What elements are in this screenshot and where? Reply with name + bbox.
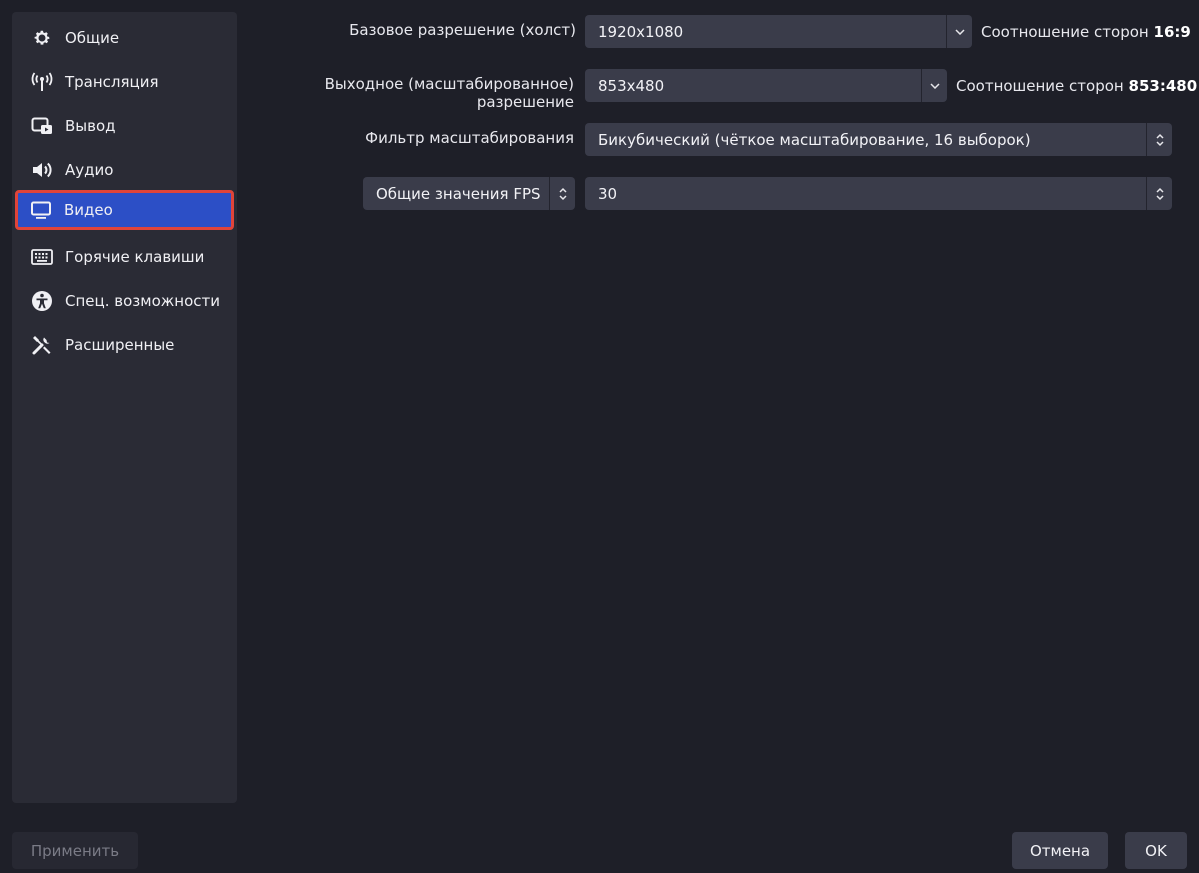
base-resolution-value: 1920x1080: [598, 22, 684, 41]
output-resolution-label: Выходное (масштабированное) разрешение: [324, 75, 574, 111]
sidebar-item-advanced[interactable]: Расширенные: [16, 325, 232, 365]
base-aspect-ratio: Соотношение сторон 16:9: [981, 23, 1191, 41]
fps-type-select[interactable]: Общие значения FPS: [363, 177, 575, 210]
base-resolution-label: Базовое разрешение (холст): [349, 21, 576, 39]
sidebar-item-stream[interactable]: Трансляция: [16, 62, 232, 102]
aspect-ratio-value: 853:480: [1128, 77, 1198, 95]
updown-arrows-icon[interactable]: [1146, 123, 1172, 156]
downscale-filter-label: Фильтр масштабирования: [365, 129, 574, 147]
aspect-ratio-value: 16:9: [1153, 23, 1191, 41]
updown-arrows-icon[interactable]: [1146, 177, 1172, 210]
cancel-button[interactable]: Отмена: [1012, 832, 1108, 869]
broadcast-icon: [31, 71, 53, 93]
sidebar-item-audio[interactable]: Аудио: [16, 150, 232, 190]
downscale-filter-select[interactable]: Бикубический (чёткое масштабирование, 16…: [585, 123, 1172, 156]
tools-icon: [31, 334, 53, 356]
keyboard-icon: [31, 246, 53, 268]
sidebar-item-output[interactable]: Вывод: [16, 106, 232, 146]
fps-value: 30: [598, 184, 618, 203]
monitor-icon: [30, 199, 52, 221]
sidebar-item-general[interactable]: Общие: [16, 18, 232, 58]
sidebar-item-label: Трансляция: [65, 73, 159, 91]
speaker-icon: [31, 159, 53, 181]
chevron-down-icon[interactable]: [921, 69, 947, 102]
downscale-filter-value: Бикубический (чёткое масштабирование, 16…: [598, 130, 1031, 149]
accessibility-icon: [31, 290, 53, 312]
updown-arrows-icon[interactable]: [549, 177, 575, 210]
aspect-ratio-label: Соотношение сторон: [981, 23, 1149, 41]
chevron-down-icon[interactable]: [946, 15, 972, 48]
sidebar-item-label: Расширенные: [65, 336, 175, 354]
apply-button[interactable]: Применить: [12, 832, 138, 869]
base-resolution-combobox[interactable]: 1920x1080: [585, 15, 972, 48]
sidebar-item-video[interactable]: Видео: [15, 190, 234, 230]
sidebar-item-label: Видео: [64, 201, 113, 219]
sidebar-item-hotkeys[interactable]: Горячие клавиши: [16, 237, 232, 277]
gear-icon: [31, 27, 53, 49]
output-resolution-combobox[interactable]: 853x480: [585, 69, 947, 102]
sidebar-item-label: Спец. возможности: [65, 292, 220, 310]
settings-sidebar: Общие Трансляция Вывод Аудио Видео Горяч…: [12, 12, 237, 803]
sidebar-item-accessibility[interactable]: Спец. возможности: [16, 281, 232, 321]
output-icon: [31, 115, 53, 137]
sidebar-item-label: Вывод: [65, 117, 116, 135]
output-resolution-value: 853x480: [598, 76, 665, 95]
output-aspect-ratio: Соотношение сторон 853:480: [956, 77, 1197, 95]
fps-type-value: Общие значения FPS: [376, 184, 541, 203]
aspect-ratio-label: Соотношение сторон: [956, 77, 1124, 95]
ok-button[interactable]: OK: [1125, 832, 1187, 869]
fps-value-select[interactable]: 30: [585, 177, 1172, 210]
sidebar-item-label: Горячие клавиши: [65, 248, 205, 266]
sidebar-item-label: Аудио: [65, 161, 114, 179]
sidebar-item-label: Общие: [65, 29, 120, 47]
